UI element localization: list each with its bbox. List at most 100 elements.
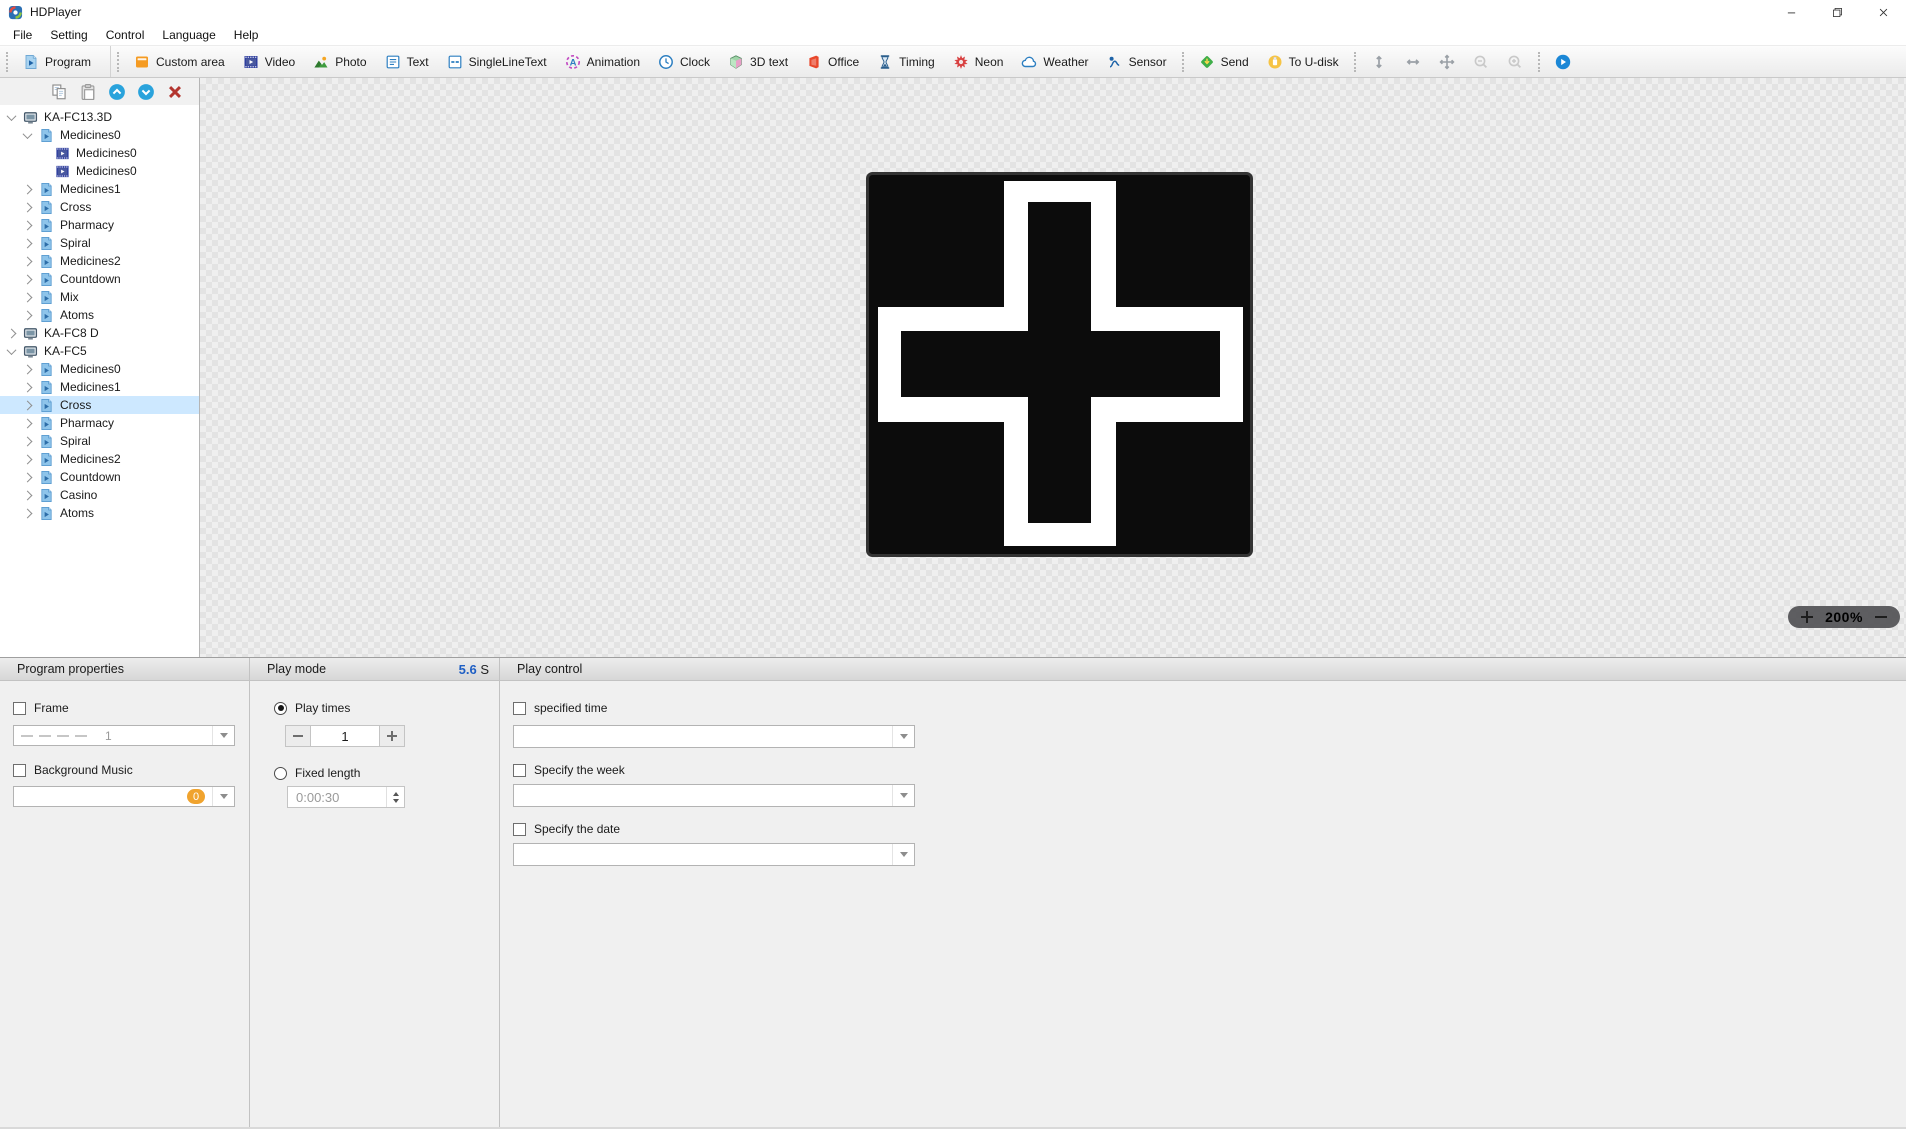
close-button[interactable]: [1860, 0, 1906, 24]
tree-item-medicines0[interactable]: Medicines0: [0, 162, 199, 180]
toolbar-zoom-out-button[interactable]: [1464, 49, 1498, 75]
toolbar-singlelinetext[interactable]: SingleLineText: [438, 49, 556, 75]
chevron-right-icon[interactable]: [23, 382, 33, 392]
tree-item-pharmacy[interactable]: Pharmacy: [0, 216, 199, 234]
chevron-right-icon[interactable]: [23, 508, 33, 518]
toolbar-3d-text[interactable]: 3D text: [719, 49, 797, 75]
chevron-right-icon[interactable]: [23, 202, 33, 212]
move-up-button[interactable]: [108, 83, 126, 101]
chevron-right-icon[interactable]: [23, 238, 33, 248]
tree-item-medicines1[interactable]: Medicines1: [0, 378, 199, 396]
paste-button[interactable]: [79, 83, 97, 101]
menu-help[interactable]: Help: [225, 26, 268, 44]
menu-language[interactable]: Language: [153, 26, 224, 44]
zoom-in-icon[interactable]: [1801, 611, 1813, 623]
copy-button[interactable]: [50, 83, 68, 101]
chevron-right-icon[interactable]: [23, 454, 33, 464]
menu-setting[interactable]: Setting: [41, 26, 96, 44]
tree-item-mix[interactable]: Mix: [0, 288, 199, 306]
chevron-right-icon[interactable]: [23, 364, 33, 374]
background-music-checkbox[interactable]: [13, 764, 26, 777]
decrement-button[interactable]: [286, 726, 311, 746]
chevron-right-icon[interactable]: [23, 184, 33, 194]
chevron-right-icon[interactable]: [23, 418, 33, 428]
play-times-value[interactable]: 1: [311, 726, 379, 746]
toolbar-text[interactable]: Text: [376, 49, 438, 75]
tree-item-medicines0[interactable]: Medicines0: [0, 360, 199, 378]
chevron-right-icon[interactable]: [23, 310, 33, 320]
specify-the-date-dropdown[interactable]: [513, 843, 915, 866]
toolbar-play-button[interactable]: [1546, 49, 1580, 75]
fixed-length-radio[interactable]: [274, 767, 287, 780]
led-preview-canvas[interactable]: [866, 172, 1253, 557]
toolbar-move-button[interactable]: [1430, 49, 1464, 75]
tree-item-countdown[interactable]: Countdown: [0, 468, 199, 486]
tree-item-medicines2[interactable]: Medicines2: [0, 252, 199, 270]
chevron-right-icon[interactable]: [23, 400, 33, 410]
toolbar-animation[interactable]: AAnimation: [556, 49, 649, 75]
tree-item-atoms[interactable]: Atoms: [0, 504, 199, 522]
toolbar-stretch-vertical-button[interactable]: [1362, 49, 1396, 75]
tree-item-ka-fc13-3d[interactable]: KA-FC13.3D: [0, 108, 199, 126]
tree-item-casino[interactable]: Casino: [0, 486, 199, 504]
chevron-right-icon[interactable]: [23, 256, 33, 266]
toolbar-video[interactable]: Video: [234, 49, 304, 75]
tree-item-atoms[interactable]: Atoms: [0, 306, 199, 324]
toolbar-timing[interactable]: Timing: [868, 49, 944, 75]
toolbar-zoom-in-button[interactable]: [1498, 49, 1532, 75]
tree-item-ka-fc8-d[interactable]: KA-FC8 D: [0, 324, 199, 342]
chevron-right-icon[interactable]: [23, 472, 33, 482]
menu-control[interactable]: Control: [97, 26, 154, 44]
chevron-right-icon[interactable]: [23, 490, 33, 500]
toolbar-to-u-disk[interactable]: To U-disk: [1258, 49, 1348, 75]
tree-item-pharmacy[interactable]: Pharmacy: [0, 414, 199, 432]
frame-style-dropdown[interactable]: 1: [13, 725, 235, 746]
tree-item-medicines0[interactable]: Medicines0: [0, 144, 199, 162]
specified-time-checkbox[interactable]: [513, 702, 526, 715]
tree-item-spiral[interactable]: Spiral: [0, 234, 199, 252]
chevron-right-icon[interactable]: [23, 292, 33, 302]
specified-time-dropdown[interactable]: [513, 725, 915, 748]
toolbar-stretch-horizontal-button[interactable]: [1396, 49, 1430, 75]
frame-checkbox[interactable]: [13, 702, 26, 715]
spin-down-icon[interactable]: [393, 799, 399, 803]
tree-item-spiral[interactable]: Spiral: [0, 432, 199, 450]
specify-the-week-dropdown[interactable]: [513, 784, 915, 807]
move-down-button[interactable]: [137, 83, 155, 101]
specify-the-date-checkbox[interactable]: [513, 823, 526, 836]
preview-area[interactable]: 200%: [200, 78, 1906, 657]
menu-file[interactable]: File: [4, 26, 41, 44]
tree-item-cross[interactable]: Cross: [0, 396, 199, 414]
tree-item-medicines0[interactable]: Medicines0: [0, 126, 199, 144]
toolbar-program[interactable]: Program: [14, 49, 100, 75]
toolbar-clock[interactable]: Clock: [649, 49, 719, 75]
play-times-radio[interactable]: [274, 702, 287, 715]
tree-item-countdown[interactable]: Countdown: [0, 270, 199, 288]
chevron-down-icon[interactable]: [7, 111, 17, 121]
chevron-right-icon[interactable]: [23, 220, 33, 230]
chevron-right-icon[interactable]: [23, 436, 33, 446]
tree-item-medicines1[interactable]: Medicines1: [0, 180, 199, 198]
fixed-length-value[interactable]: 0:00:30: [288, 790, 339, 805]
chevron-down-icon[interactable]: [7, 345, 17, 355]
tree-item-medicines2[interactable]: Medicines2: [0, 450, 199, 468]
restore-button[interactable]: [1814, 0, 1860, 24]
delete-button[interactable]: [166, 83, 184, 101]
zoom-out-icon[interactable]: [1875, 611, 1887, 623]
background-music-dropdown[interactable]: 0: [13, 786, 235, 807]
toolbar-sensor[interactable]: Sensor: [1098, 49, 1176, 75]
specify-the-week-checkbox[interactable]: [513, 764, 526, 777]
toolbar-weather[interactable]: Weather: [1012, 49, 1097, 75]
tree-item-ka-fc5[interactable]: KA-FC5: [0, 342, 199, 360]
tree-item-cross[interactable]: Cross: [0, 198, 199, 216]
chevron-right-icon[interactable]: [7, 328, 17, 338]
toolbar-photo[interactable]: Photo: [304, 49, 375, 75]
spin-up-icon[interactable]: [393, 792, 399, 796]
minimize-button[interactable]: [1768, 0, 1814, 24]
chevron-right-icon[interactable]: [23, 274, 33, 284]
increment-button[interactable]: [379, 726, 404, 746]
toolbar-office[interactable]: Office: [797, 49, 868, 75]
toolbar-neon[interactable]: Neon: [944, 49, 1013, 75]
toolbar-send[interactable]: Send: [1190, 49, 1258, 75]
fixed-length-spinner[interactable]: 0:00:30: [287, 786, 405, 808]
